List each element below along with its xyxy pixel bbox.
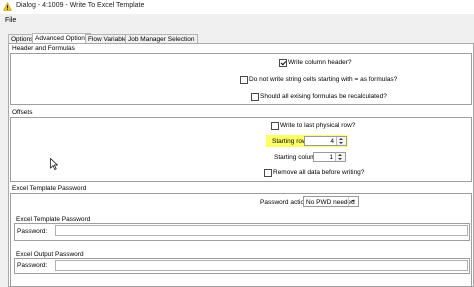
no-formula-strings-checkbox[interactable] <box>240 76 248 84</box>
menu-file[interactable]: File <box>5 17 16 24</box>
write-column-header-label: Write column header? <box>288 59 352 66</box>
password-action-label: Password action <box>260 199 308 206</box>
remove-all-data-checkbox[interactable] <box>264 169 272 177</box>
offsets-group <box>10 117 472 182</box>
write-last-row-checkbox[interactable] <box>271 122 279 130</box>
mouse-pointer-icon <box>50 158 58 170</box>
menu-bar: File <box>0 15 474 27</box>
starting-row-stepper[interactable] <box>336 137 346 145</box>
password-action-select[interactable]: No PWD needed <box>303 196 359 207</box>
no-formula-strings-label: Do not write string cells starting with … <box>249 76 398 83</box>
output-password-field[interactable] <box>55 260 468 271</box>
template-password-field[interactable] <box>55 225 468 236</box>
spin-up-icon[interactable] <box>338 154 342 156</box>
starting-column-value: 1 <box>329 154 333 161</box>
output-password-title: Excel Output Password <box>16 251 84 258</box>
recalculate-formulas-label: Should all exising formulas be recalcula… <box>260 93 387 100</box>
window-title: Dialog - 4:1009 - Write To Excel Templat… <box>16 2 145 9</box>
header-formulas-title: Header and Formulas <box>12 45 75 52</box>
knime-warning-icon <box>3 2 12 11</box>
starting-row-spinner[interactable]: 4 <box>304 136 347 146</box>
template-password-label: Password: <box>17 228 48 235</box>
chevron-down-icon[interactable] <box>348 197 357 206</box>
output-password-label: Password: <box>17 262 48 269</box>
template-password-title: Excel Template Password <box>12 185 87 192</box>
spin-up-icon[interactable] <box>339 138 343 140</box>
offsets-title: Offsets <box>12 109 33 116</box>
starting-column-stepper[interactable] <box>335 153 345 161</box>
template-password-subtitle: Excel Template Password <box>16 216 91 223</box>
starting-column-spinner[interactable]: 1 <box>313 152 346 162</box>
recalculate-formulas-checkbox[interactable] <box>251 93 259 101</box>
starting-row-label: Starting row <box>272 138 307 145</box>
title-bar: Dialog - 4:1009 - Write To Excel Templat… <box>0 0 474 14</box>
write-last-row-label: Write to last physical row? <box>280 122 356 129</box>
spin-down-icon[interactable] <box>338 158 342 160</box>
remove-all-data-label: Remove all data before writing? <box>273 169 365 176</box>
spin-down-icon[interactable] <box>339 142 343 144</box>
starting-row-value: 4 <box>330 138 334 145</box>
write-column-header-checkbox[interactable] <box>279 59 287 67</box>
